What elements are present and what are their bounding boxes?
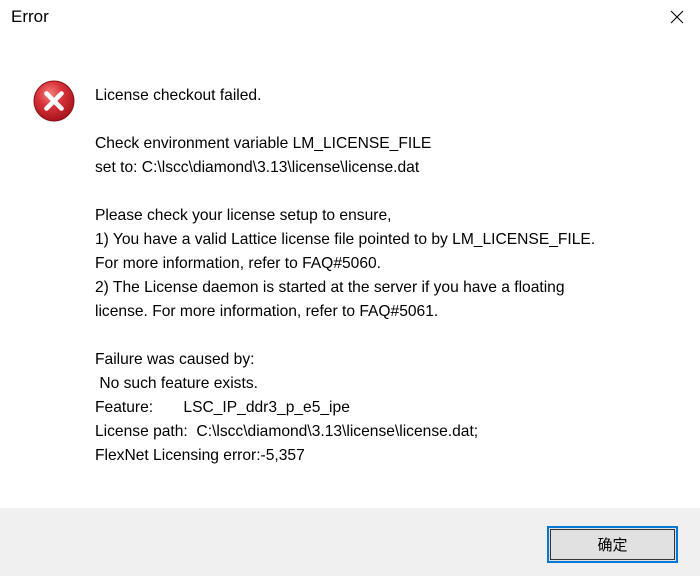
check-intro-line: Please check your license setup to ensur…: [95, 207, 392, 224]
message-heading: License checkout failed.: [95, 87, 262, 104]
flexnet-error-line: FlexNet Licensing error:-5,357: [95, 447, 305, 464]
window-title: Error: [11, 7, 49, 26]
ok-button[interactable]: 确定: [547, 526, 678, 563]
error-icon: [32, 79, 76, 123]
check-item-1-faq-line: For more information, refer to FAQ#5060.: [95, 255, 382, 272]
env-value-line: set to: C:\lscc\diamond\3.13\license\lic…: [95, 159, 420, 176]
close-icon: [670, 10, 684, 24]
error-dialog: Error License checkout failed. Check env…: [0, 0, 700, 576]
check-item-2-line: 2) The License daemon is started at the …: [95, 279, 565, 296]
failure-heading-line: Failure was caused by:: [95, 351, 255, 368]
env-variable-line: Check environment variable LM_LICENSE_FI…: [95, 135, 432, 152]
close-button[interactable]: [654, 0, 700, 34]
button-bar: 确定: [0, 508, 700, 576]
error-message: License checkout failed. Check environme…: [95, 84, 675, 468]
ok-button-label: 确定: [597, 536, 628, 554]
failure-reason-line: No such feature exists.: [95, 375, 258, 392]
check-item-1-line: 1) You have a valid Lattice license file…: [95, 231, 596, 248]
title-bar: Error: [0, 0, 700, 34]
check-item-2-faq-line: license. For more information, refer to …: [95, 303, 439, 320]
feature-line: Feature: LSC_IP_ddr3_p_e5_ipe: [95, 399, 350, 416]
license-path-line: License path: C:\lscc\diamond\3.13\licen…: [95, 423, 479, 440]
